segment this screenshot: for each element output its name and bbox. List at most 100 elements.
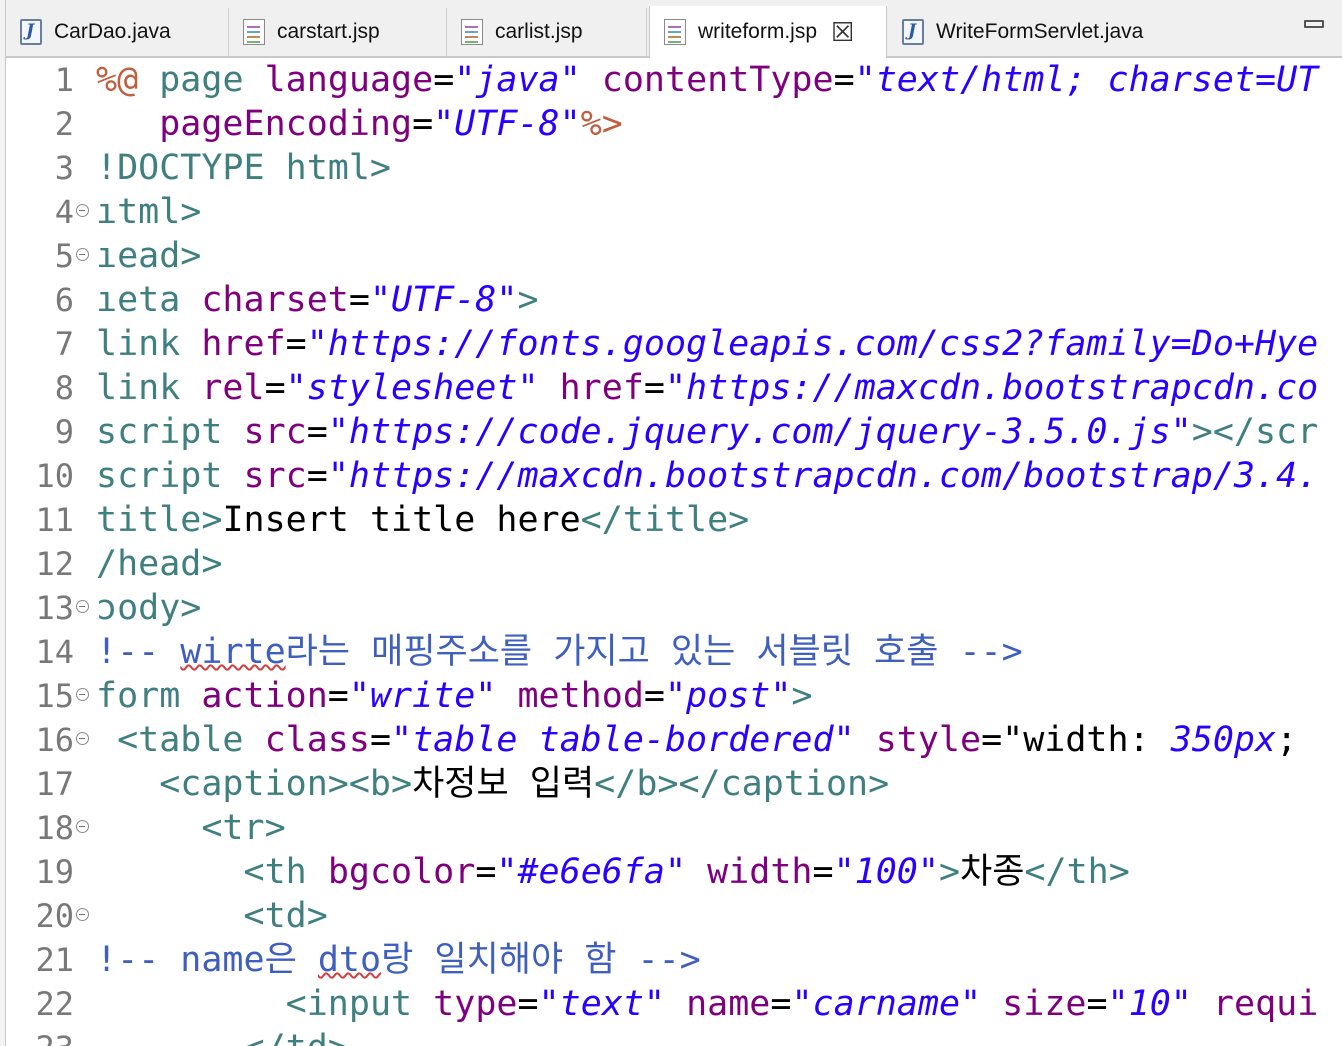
fold-collapse-icon[interactable] bbox=[76, 248, 89, 261]
code-token: "#e6e6fa" bbox=[496, 852, 687, 892]
tab-carlist-jsp[interactable]: carlist.jsp bbox=[447, 8, 647, 56]
code-token: "java" bbox=[454, 60, 581, 100]
code-text: %@ page language="java" contentType="tex… bbox=[96, 58, 1318, 102]
code-line[interactable]: 23 </td> bbox=[6, 1026, 1342, 1046]
fold-collapse-icon[interactable] bbox=[76, 908, 89, 921]
code-token: type bbox=[433, 984, 518, 1024]
fold-collapse-icon[interactable] bbox=[76, 732, 89, 745]
code-line[interactable]: 2 pageEncoding="UTF-8"%> bbox=[6, 102, 1342, 146]
fold-collapse-icon[interactable] bbox=[76, 204, 89, 217]
code-line[interactable]: 12/head> bbox=[6, 542, 1342, 586]
code-token: 랑 일치해야 함 --> bbox=[381, 940, 701, 980]
code-text: <input type="text" name="carname" size="… bbox=[96, 982, 1319, 1026]
code-text: script src="https://code.jquery.com/jque… bbox=[96, 410, 1318, 454]
fold-collapse-icon[interactable] bbox=[76, 600, 89, 613]
code-token: "carname" bbox=[791, 984, 982, 1024]
code-editor[interactable]: 1 %@ page language="java" contentType="te… bbox=[6, 58, 1342, 1046]
code-token: </td> bbox=[244, 1028, 349, 1046]
tab-cardao-java[interactable]: J CarDao.java bbox=[6, 8, 229, 56]
tab-writeformservlet-java[interactable]: J WriteFormServlet.java bbox=[888, 8, 1188, 56]
line-number: 16 bbox=[35, 721, 74, 759]
code-line[interactable]: 18 <tr> bbox=[6, 806, 1342, 850]
code-text: link rel="stylesheet" href="https://maxc… bbox=[96, 366, 1318, 410]
code-line[interactable]: 5 ıead> bbox=[6, 234, 1342, 278]
code-token: = bbox=[306, 412, 328, 452]
code-token: style bbox=[875, 720, 982, 760]
code-line[interactable]: 9 script src="https://code.jquery.com/jqu… bbox=[6, 410, 1342, 454]
code-line[interactable]: 8 link rel="stylesheet" href="https://max… bbox=[6, 366, 1342, 410]
code-text: <caption><b>차정보 입력</b></caption> bbox=[96, 762, 889, 806]
close-tab-icon[interactable]: ☒ bbox=[831, 19, 854, 45]
code-token: src bbox=[243, 412, 307, 452]
code-token: ıeta bbox=[96, 280, 202, 320]
code-text: </td> bbox=[96, 1026, 349, 1046]
code-token: = bbox=[306, 456, 328, 496]
code-text: title>Insert title here</title> bbox=[96, 498, 749, 542]
code-text: ɔody> bbox=[96, 586, 201, 630]
code-token: > bbox=[791, 676, 813, 716]
code-text: !-- name은 dto랑 일치해야 함 --> bbox=[96, 938, 701, 982]
code-text: <table class="table table-bordered" styl… bbox=[96, 718, 1297, 762]
code-line[interactable]: 15 form action="write" method="post"> bbox=[6, 674, 1342, 718]
code-token: = bbox=[475, 852, 497, 892]
code-token: class bbox=[264, 720, 370, 760]
code-text: pageEncoding="UTF-8"%> bbox=[96, 102, 623, 146]
code-token: </th> bbox=[1024, 852, 1130, 892]
line-number: 7 bbox=[54, 325, 74, 363]
minimize-icon[interactable] bbox=[1304, 20, 1324, 28]
code-token: = bbox=[285, 324, 307, 364]
code-line[interactable]: 3 !DOCTYPE html> bbox=[6, 146, 1342, 190]
code-line[interactable]: 6 ıeta charset="UTF-8"> bbox=[6, 278, 1342, 322]
code-token: </b></caption> bbox=[594, 764, 890, 804]
fold-collapse-icon[interactable] bbox=[76, 820, 89, 833]
code-line[interactable]: 20 <td> bbox=[6, 894, 1342, 938]
code-line[interactable]: 17 <caption><b>차정보 입력</b></caption> bbox=[6, 762, 1342, 806]
code-line[interactable]: 7 link href="https://fonts.googleapis.com… bbox=[6, 322, 1342, 366]
code-line[interactable]: 22 <input type="text" name="carname" siz… bbox=[6, 982, 1342, 1026]
line-number: 1 bbox=[54, 61, 74, 99]
fold-collapse-icon[interactable] bbox=[76, 688, 89, 701]
code-text: ıtml> bbox=[96, 190, 201, 234]
code-token: <caption><b> bbox=[159, 764, 413, 804]
code-line[interactable]: 11 title>Insert title here</title> bbox=[6, 498, 1342, 542]
line-number: 20 bbox=[35, 897, 74, 935]
code-line[interactable]: 10 script src="https://maxcdn.bootstrapcd… bbox=[6, 454, 1342, 498]
tab-carstart-jsp[interactable]: carstart.jsp bbox=[229, 8, 447, 56]
code-text: ıeta charset="UTF-8"> bbox=[96, 278, 539, 322]
code-text: !DOCTYPE html> bbox=[96, 146, 391, 190]
tab-writeform-jsp[interactable]: writeform.jsp ☒ bbox=[649, 6, 887, 58]
code-token: <th bbox=[243, 852, 328, 892]
code-token: wirte bbox=[180, 632, 286, 672]
code-line[interactable]: 16 <table class="table table-bordered" s… bbox=[6, 718, 1342, 762]
code-text: form action="write" method="post"> bbox=[96, 674, 813, 718]
code-token: ɔody> bbox=[96, 588, 202, 628]
code-token: !-- name은 bbox=[96, 940, 318, 980]
code-token: <table bbox=[117, 720, 265, 760]
code-token: src bbox=[243, 456, 307, 496]
code-token: "UTF-8" bbox=[369, 280, 518, 320]
code-line[interactable]: 19 <th bgcolor="#e6e6fa" width="100">차종<… bbox=[6, 850, 1342, 894]
code-token: = bbox=[369, 720, 392, 760]
code-token: = bbox=[643, 676, 665, 716]
code-token: rel bbox=[201, 368, 265, 408]
code-line[interactable]: 1 %@ page language="java" contentType="te… bbox=[6, 58, 1342, 102]
java-file-icon: J bbox=[20, 19, 42, 45]
code-line[interactable]: 4 ıtml> bbox=[6, 190, 1342, 234]
code-token: width bbox=[707, 852, 813, 892]
code-line[interactable]: 21 !-- name은 dto랑 일치해야 함 --> bbox=[6, 938, 1342, 982]
code-token: = bbox=[1086, 984, 1108, 1024]
line-number: 2 bbox=[54, 105, 74, 143]
code-token: = bbox=[412, 104, 434, 144]
code-line[interactable]: 13 ɔody> bbox=[6, 586, 1342, 630]
code-token: href bbox=[201, 324, 286, 364]
code-line[interactable]: 14 !-- wirte라는 매핑주소를 가지고 있는 서블릿 호출 --> bbox=[6, 630, 1342, 674]
line-number: 6 bbox=[54, 281, 74, 319]
